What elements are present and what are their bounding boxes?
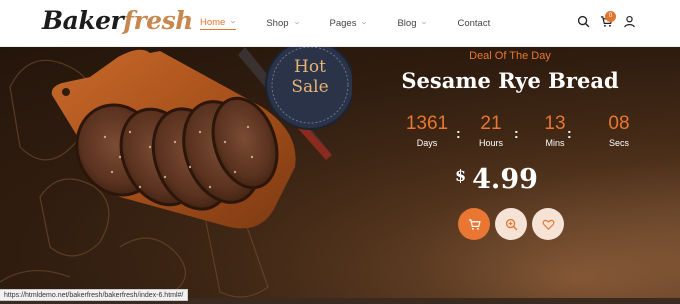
browser-status-bar: https://htmldemo.net/bakerfresh/bakerfre… xyxy=(0,289,189,301)
nav-item-label: Shop xyxy=(266,17,289,29)
countdown-separator: : xyxy=(456,125,461,141)
product-title[interactable]: Sesame Rye Bread xyxy=(350,68,670,93)
chevron-down-icon xyxy=(231,20,236,24)
countdown-label: Mins xyxy=(545,138,565,148)
site-header: Bakerfresh Home Shop Pages Blog Contact xyxy=(0,0,680,47)
countdown-value: 13 xyxy=(544,113,566,134)
chevron-down-icon xyxy=(294,21,299,25)
price-currency: $ xyxy=(455,166,467,185)
countdown-separator: : xyxy=(514,125,519,141)
countdown-mins: 13 Mins xyxy=(523,113,587,148)
brand-name-part2: fresh xyxy=(123,6,193,35)
user-icon[interactable] xyxy=(623,15,636,28)
nav-item-pages[interactable]: Pages xyxy=(330,16,368,30)
brand-logo[interactable]: Bakerfresh xyxy=(42,6,193,36)
add-to-cart-button[interactable] xyxy=(458,208,490,240)
search-icon[interactable] xyxy=(577,15,590,28)
main-nav: Home Shop Pages Blog Contact xyxy=(200,16,520,30)
nav-item-label: Blog xyxy=(397,17,417,29)
cart-count-badge: 0 xyxy=(605,11,616,22)
product-price: $4.99 xyxy=(455,164,538,195)
countdown-label: Days xyxy=(416,138,438,148)
nav-item-shop[interactable]: Shop xyxy=(266,16,299,30)
chevron-down-icon xyxy=(422,21,427,25)
product-actions xyxy=(458,208,569,240)
chevron-down-icon xyxy=(362,21,367,25)
nav-item-label: Pages xyxy=(329,17,357,29)
nav-item-contact[interactable]: Contact xyxy=(457,16,490,30)
quick-view-button[interactable] xyxy=(495,208,527,240)
nav-item-home[interactable]: Home xyxy=(200,16,237,30)
countdown-value: 08 xyxy=(608,113,630,134)
deal-label: Deal Of The Day xyxy=(469,50,551,62)
deal-info: Deal Of The Day Sesame Rye Bread 1361 Da… xyxy=(0,47,680,304)
wishlist-button[interactable] xyxy=(532,208,564,240)
nav-item-blog[interactable]: Blog xyxy=(397,16,427,30)
countdown-timer: 1361 Days 21 Hours 13 Mins 08 Secs : : : xyxy=(395,113,651,148)
countdown-days: 1361 Days xyxy=(395,113,459,148)
hero-deal-section: Hot Sale Deal Of The Day Sesame Rye Brea… xyxy=(0,47,680,304)
countdown-separator: : xyxy=(567,125,572,141)
cart-icon xyxy=(468,218,481,230)
price-amount: 4.99 xyxy=(472,164,538,195)
heart-icon xyxy=(542,219,554,230)
countdown-secs: 08 Secs xyxy=(587,113,651,148)
nav-item-label: Contact xyxy=(457,17,491,29)
countdown-label: Secs xyxy=(608,138,629,148)
zoom-in-icon xyxy=(505,218,517,230)
nav-item-label: Home xyxy=(200,16,226,28)
header-tools xyxy=(567,15,636,28)
brand-name-part1: Baker xyxy=(42,6,124,35)
countdown-value: 1361 xyxy=(405,113,449,134)
